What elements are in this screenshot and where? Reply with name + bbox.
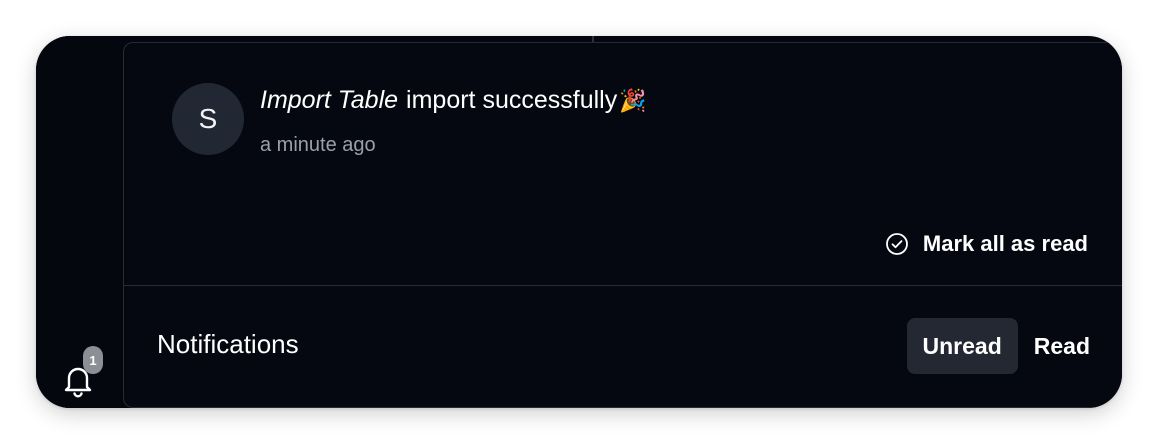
filter-tabs: Unread Read bbox=[906, 318, 1107, 374]
avatar: S bbox=[172, 83, 244, 155]
notifications-panel: S Import Table import successfully 🎉 a m… bbox=[123, 42, 1122, 408]
notification-item[interactable]: S Import Table import successfully 🎉 a m… bbox=[172, 83, 1072, 163]
tab-read[interactable]: Read bbox=[1018, 318, 1106, 374]
notification-title-emphasis: Import Table bbox=[260, 86, 399, 114]
mark-all-as-read-button[interactable]: Mark all as read bbox=[885, 229, 1088, 259]
app-window: 1 S Import Table import successfully 🎉 a… bbox=[36, 36, 1122, 408]
footer-divider bbox=[124, 285, 1122, 286]
notification-timestamp: a minute ago bbox=[260, 134, 376, 156]
check-circle-icon bbox=[885, 233, 908, 255]
notification-title-text: import successfully bbox=[406, 86, 618, 114]
mark-all-as-read-label: Mark all as read bbox=[922, 231, 1088, 256]
tab-unread[interactable]: Unread bbox=[906, 318, 1018, 374]
sidebar bbox=[36, 36, 123, 408]
panel-title: Notifications bbox=[157, 329, 299, 359]
unread-count-badge: 1 bbox=[83, 346, 103, 374]
notification-title: Import Table import successfully 🎉 bbox=[260, 86, 647, 115]
party-popper-icon: 🎉 bbox=[619, 87, 647, 113]
